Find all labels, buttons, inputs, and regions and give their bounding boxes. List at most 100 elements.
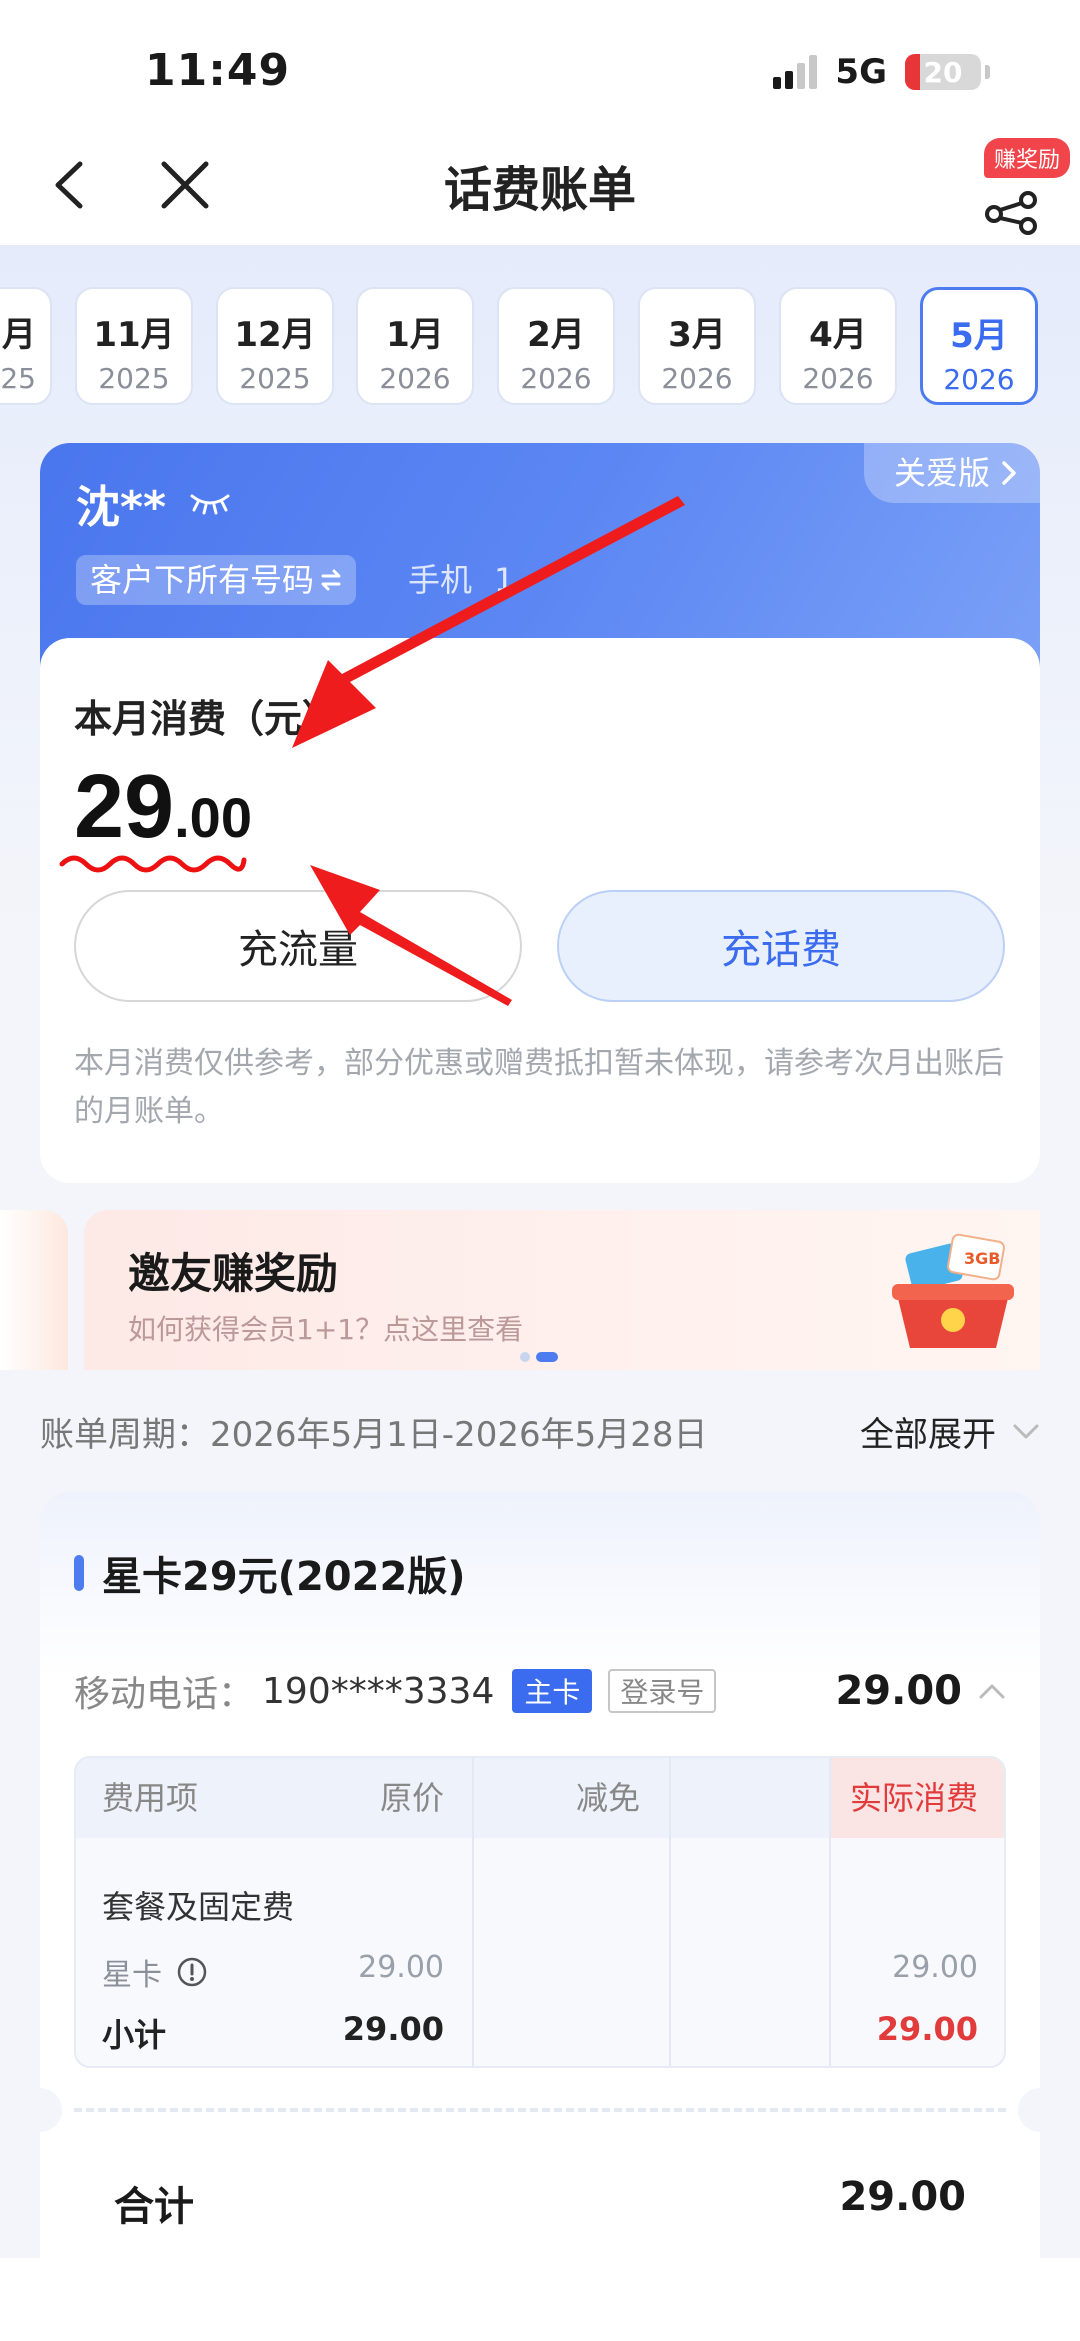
care-version-label: 关爱版 — [893, 454, 990, 492]
plan-detail-card: 星卡29元(2022版) 移动电话： 190****3334 主卡 登录号 29… — [18, 1492, 1062, 2341]
red-underline-annotation — [59, 855, 247, 873]
user-name: 沈** — [76, 482, 167, 533]
month-year: 2026 — [379, 362, 451, 395]
month-label: 2月 — [527, 315, 585, 355]
month-year: 2025 — [98, 362, 170, 395]
month-label: 3月 — [668, 315, 726, 355]
eye-closed-icon[interactable] — [188, 490, 232, 516]
month-label: 4月 — [809, 315, 867, 355]
month-label: 5月 — [950, 316, 1008, 356]
main-card-tag: 主卡 — [512, 1669, 593, 1713]
billing-period: 账单周期：2026年5月1日-2026年5月28日 — [40, 1415, 708, 1455]
user-name-row: 沈** — [76, 471, 232, 535]
expand-all-button[interactable]: 全部展开 — [860, 1407, 1040, 1456]
amount-integer: 29 — [74, 757, 175, 857]
header-actual-spend: 实际消费 — [849, 1779, 978, 1817]
battery-level: 20 — [923, 55, 963, 89]
number-scope-label: 客户下所有号码 — [90, 561, 315, 599]
month-label: 12月 — [234, 315, 316, 355]
monthly-bill-panel: 本月消费（元） 29.00 充流量 充话费 本月消费仅供参考，部分优惠或赠费抵扣… — [40, 638, 1040, 1183]
month-label: 月 — [2, 315, 36, 355]
subtotal-actual: 29.00 — [876, 2010, 978, 2048]
month-chip-active[interactable]: 5月 2026 — [920, 287, 1038, 405]
promo-subtitle: 如何获得会员1+1？点这里查看 — [128, 1313, 524, 1346]
fee-item-original: 29.00 — [358, 1950, 444, 1985]
promo-title: 邀友赚奖励 — [128, 1249, 339, 1298]
month-chip[interactable]: 3月 2026 — [638, 287, 756, 405]
line-total: 29.00 — [835, 1668, 1006, 1714]
battery-icon: 20 — [905, 54, 981, 90]
month-chip[interactable]: 2月 2026 — [497, 287, 615, 405]
nav-bar: 话费账单 赚奖励 — [0, 130, 1080, 245]
line-number: 190****3334 — [262, 1670, 495, 1712]
total-value: 29.00 — [839, 2174, 966, 2220]
info-icon[interactable] — [176, 1956, 208, 1988]
number-scope-switch[interactable]: 客户下所有号码 — [76, 555, 357, 605]
chevron-down-icon — [1013, 1424, 1039, 1438]
phone-count: 1 — [494, 561, 515, 599]
ticket-notch-right — [1018, 2088, 1062, 2132]
month-chip[interactable]: 11月 2025 — [75, 287, 193, 405]
page-title: 话费账单 — [443, 162, 636, 218]
monthly-spend-label: 本月消费（元） — [74, 697, 341, 741]
status-indicators: 5G 20 — [773, 52, 990, 92]
gift-badge-text: 3GB — [964, 1249, 1000, 1268]
fee-table: 费用项 原价 减免 实际消费 套餐及固定费 星卡 29.00 29.00 小计 … — [74, 1756, 1006, 2068]
amount-decimal: .00 — [174, 786, 252, 849]
plan-title-row: 星卡29元(2022版) — [74, 1544, 466, 1602]
signal-icon — [773, 55, 818, 89]
plan-title: 星卡29元(2022版) — [102, 1554, 466, 1600]
header-fee-item: 费用项 — [102, 1779, 199, 1817]
month-year: 25 — [0, 362, 36, 395]
carousel-dots — [520, 1352, 558, 1362]
month-chip[interactable]: 1月 2026 — [356, 287, 474, 405]
month-label: 11月 — [93, 315, 175, 355]
fee-item-name: 星卡 — [102, 1958, 162, 1993]
status-bar: 11:49 5G 20 — [0, 0, 1080, 130]
month-chip[interactable]: 4月 2026 — [779, 287, 897, 405]
expand-all-label: 全部展开 — [860, 1415, 996, 1455]
monthly-spend-amount: 29.00 — [74, 756, 252, 859]
bill-summary-card: 关爱版 沈** 客户下所有号码 手机 1 本月消费（元） 29.00 充流量 充… — [40, 443, 1040, 1183]
network-type: 5G — [835, 52, 887, 92]
ticket-notch-left — [18, 2088, 62, 2132]
line-label: 移动电话： — [74, 1674, 255, 1715]
subtotal-label: 小计 — [102, 2016, 167, 2054]
month-label: 1月 — [386, 315, 444, 355]
line-total-amount: 29.00 — [835, 1668, 962, 1714]
month-year: 2026 — [943, 363, 1015, 396]
fee-group-label: 套餐及固定费 — [102, 1888, 295, 1926]
top-up-button[interactable]: 充话费 — [557, 890, 1005, 1002]
title-accent-bar — [74, 1555, 84, 1591]
promo-prev-peek[interactable] — [0, 1210, 68, 1370]
header-discount: 减免 — [575, 1779, 640, 1817]
month-chip[interactable]: 月 25 — [0, 287, 52, 405]
header-original-price: 原价 — [379, 1779, 444, 1817]
month-year: 2026 — [802, 362, 874, 395]
chevron-right-icon — [1002, 461, 1016, 485]
gift-box-icon: 3GB — [892, 1233, 1014, 1348]
switch-icon — [321, 569, 341, 591]
share-reward-badge[interactable]: 赚奖励 — [983, 138, 1070, 178]
status-time: 11:49 — [145, 45, 291, 96]
fee-item-row: 星卡 — [102, 1950, 208, 1994]
total-label: 合计 — [114, 2184, 194, 2230]
dashed-divider — [74, 2108, 1006, 2112]
phone-line-row[interactable]: 移动电话： 190****3334 主卡 登录号 29.00 — [74, 1664, 1006, 1718]
battery-tip — [985, 65, 990, 79]
month-year: 2026 — [520, 362, 592, 395]
fee-item-actual: 29.00 — [892, 1950, 978, 1985]
month-year: 2026 — [661, 362, 733, 395]
buy-data-button[interactable]: 充流量 — [74, 890, 522, 1002]
subtotal-original: 29.00 — [342, 2010, 444, 2048]
care-version-button[interactable]: 关爱版 — [863, 443, 1040, 503]
phone-label: 手机 — [408, 561, 473, 599]
login-number-tag: 登录号 — [608, 1669, 717, 1713]
bottom-safe-area — [0, 2258, 1080, 2341]
phone-count-row: 手机 1 — [408, 555, 514, 605]
promo-banner[interactable]: 邀友赚奖励 如何获得会员1+1？点这里查看 3GB — [84, 1210, 1040, 1370]
month-chip[interactable]: 12月 2025 — [216, 287, 334, 405]
bill-disclaimer: 本月消费仅供参考，部分优惠或赠费抵扣暂未体现，请参考次月出账后的月账单。 — [74, 1046, 1004, 1129]
month-year: 2025 — [239, 362, 311, 395]
chevron-up-icon[interactable] — [978, 1682, 1006, 1700]
